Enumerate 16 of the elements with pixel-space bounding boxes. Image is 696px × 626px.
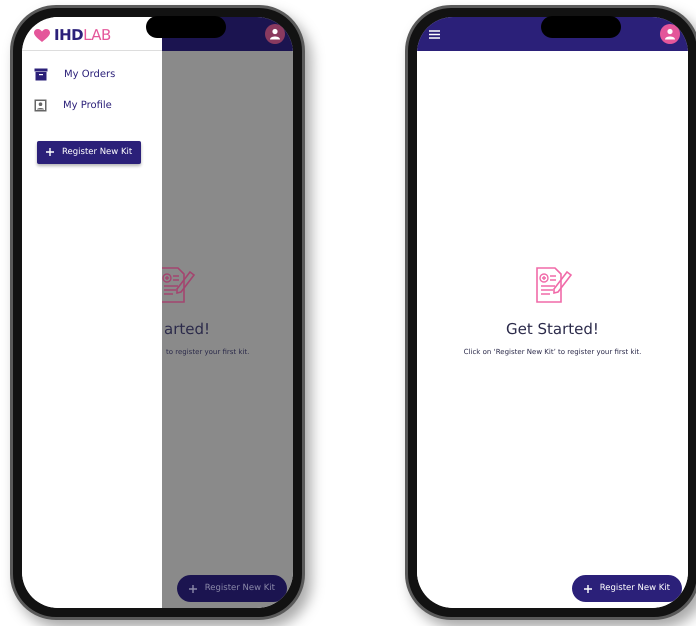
avatar-icon[interactable]: [265, 24, 285, 44]
plus-icon: [584, 584, 592, 593]
profile-card-icon: [34, 99, 47, 112]
plus-icon: [188, 584, 197, 593]
menu-icon[interactable]: [429, 30, 440, 38]
register-kit-fab[interactable]: Register New Kit: [572, 575, 682, 602]
plus-icon: [46, 148, 54, 156]
register-kit-fab[interactable]: Register New Kit: [176, 575, 287, 602]
archive-box-icon: [34, 68, 48, 81]
register-kit-button[interactable]: Register New Kit: [37, 141, 142, 164]
avatar-icon[interactable]: [660, 24, 680, 44]
drawer-menu-item[interactable]: My Orders: [22, 59, 162, 90]
empty-state-title: arted!: [164, 319, 210, 340]
logo-text: IHDLAB: [54, 25, 111, 46]
drawer-menu-item[interactable]: My Profile: [22, 90, 162, 121]
empty-state-title: Get Started!: [506, 319, 599, 340]
